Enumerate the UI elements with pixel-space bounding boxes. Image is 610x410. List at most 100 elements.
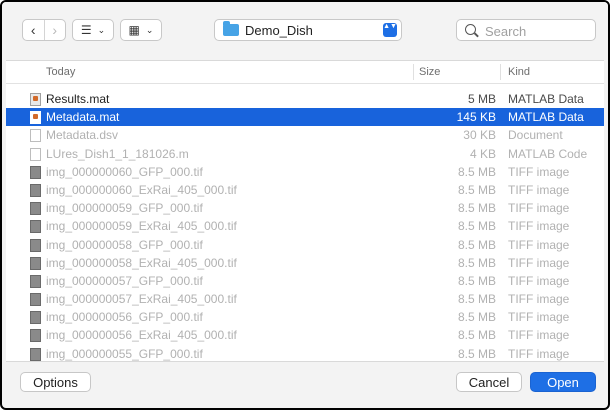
- search-icon: [465, 24, 476, 35]
- file-size: 8.5 MB: [457, 237, 496, 252]
- file-kind: TIFF image: [508, 255, 570, 270]
- chevron-down-icon: ⌄: [145, 24, 154, 35]
- file-row[interactable]: Metadata.dsv 30 KB Document: [6, 126, 604, 144]
- file-kind: TIFF image: [508, 182, 570, 197]
- file-kind: TIFF image: [508, 328, 570, 343]
- file-row[interactable]: img_000000060_GFP_000.tif 8.5 MB TIFF imag…: [6, 163, 604, 181]
- file-name: img_000000060_ExRai_405_000.tif: [46, 182, 237, 197]
- mat-file-icon: [30, 111, 41, 125]
- tiff-image-icon: [30, 238, 41, 252]
- file-name: Metadata.mat: [46, 110, 120, 125]
- file-row[interactable]: img_000000059_GFP_000.tif 8.5 MB TIFF imag…: [6, 199, 604, 217]
- file-kind: TIFF image: [508, 237, 570, 252]
- tiff-image-icon: [30, 256, 41, 270]
- file-row[interactable]: img_000000058_GFP_000.tif 8.5 MB TIFF imag…: [6, 236, 604, 254]
- mat-file-icon: [30, 93, 41, 106]
- file-name: Results.mat: [46, 92, 110, 106]
- file-kind: MATLAB Code: [508, 146, 588, 161]
- file-name: img_000000056_GFP_000.tif: [46, 310, 203, 325]
- tiff-image-icon: [30, 165, 41, 179]
- file-kind: Document: [508, 128, 563, 143]
- location-popup[interactable]: Demo_Dish ▲▼: [214, 19, 402, 41]
- file-name: img_000000060_GFP_000.tif: [46, 164, 203, 179]
- file-row[interactable]: img_000000056_GFP_000.tif 8.5 MB TIFF imag…: [6, 308, 604, 326]
- location-label: Demo_Dish: [245, 23, 313, 38]
- toolbar: ‹ › ☰ ⌄ ▦ ⌄ Demo_Dish ▲▼: [2, 2, 608, 60]
- tiff-image-icon: [30, 311, 41, 325]
- file-row[interactable]: img_000000056_ExRai_405_000.tif 8.5 MB TIF…: [6, 326, 604, 344]
- file-size: 8.5 MB: [457, 310, 496, 325]
- folder-icon: [223, 21, 239, 36]
- file-row[interactable]: img_000000057_GFP_000.tif 8.5 MB TIFF imag…: [6, 272, 604, 290]
- file-rows: Results.mat 5 MB MATLAB Data Metadata.mat 14…: [6, 84, 604, 361]
- grid-view-icon: ▦: [128, 23, 140, 37]
- file-row[interactable]: Results.mat 5 MB MATLAB Data: [6, 90, 604, 108]
- file-row[interactable]: LUres_Dish1_1_181026.m 4 KB MATLAB Code: [6, 145, 604, 163]
- file-size: 8.5 MB: [457, 273, 496, 288]
- file-list: Today Size Kind Results.mat 5 MB MATLAB Da…: [6, 60, 604, 362]
- file-name: img_000000057_ExRai_405_000.tif: [46, 292, 237, 307]
- column-divider[interactable]: [413, 64, 414, 80]
- file-name: img_000000058_ExRai_405_000.tif: [46, 255, 237, 270]
- search-field: [456, 19, 596, 41]
- file-row[interactable]: img_000000057_ExRai_405_000.tif 8.5 MB TIF…: [6, 290, 604, 308]
- column-header-size[interactable]: Size: [419, 66, 440, 78]
- document-icon: [30, 147, 41, 161]
- file-row[interactable]: img_000000059_ExRai_405_000.tif 8.5 MB TIF…: [6, 217, 604, 235]
- file-name: img_000000055_GFP_000.tif: [46, 346, 203, 361]
- back-button[interactable]: ‹: [23, 20, 44, 40]
- file-row[interactable]: img_000000055_GFP_000.tif 8.5 MB TIFF imag…: [6, 345, 604, 361]
- grid-view-button[interactable]: ▦ ⌄: [120, 19, 162, 41]
- file-size: 8.5 MB: [457, 328, 496, 343]
- column-divider[interactable]: [500, 64, 501, 80]
- file-size: 8.5 MB: [457, 255, 496, 270]
- list-view-button[interactable]: ☰ ⌄: [72, 19, 114, 41]
- tiff-image-icon: [30, 274, 41, 288]
- file-row[interactable]: img_000000058_ExRai_405_000.tif 8.5 MB TIF…: [6, 254, 604, 272]
- file-size: 8.5 MB: [457, 201, 496, 216]
- options-button[interactable]: Options: [20, 372, 91, 392]
- file-size: 8.5 MB: [457, 346, 496, 361]
- file-name: img_000000059_ExRai_405_000.tif: [46, 219, 237, 234]
- open-file-dialog: ‹ › ☰ ⌄ ▦ ⌄ Demo_Dish ▲▼ Today Size Kind: [0, 0, 610, 410]
- file-name: img_000000057_GFP_000.tif: [46, 273, 203, 288]
- file-kind: MATLAB Data: [508, 110, 584, 125]
- file-kind: TIFF image: [508, 273, 570, 288]
- file-kind: TIFF image: [508, 292, 570, 307]
- updown-chevron-icon: ▲▼: [383, 23, 397, 37]
- column-header-kind[interactable]: Kind: [508, 66, 530, 78]
- file-name: img_000000059_GFP_000.tif: [46, 201, 203, 216]
- file-size: 8.5 MB: [457, 292, 496, 307]
- file-size: 8.5 MB: [457, 182, 496, 197]
- document-icon: [30, 129, 41, 143]
- file-name: Metadata.dsv: [46, 128, 119, 143]
- file-row[interactable]: Metadata.mat 145 KB MATLAB Data: [6, 108, 604, 127]
- tiff-image-icon: [30, 220, 41, 234]
- file-kind: TIFF image: [508, 310, 570, 325]
- tiff-image-icon: [30, 183, 41, 197]
- file-size: 8.5 MB: [457, 164, 496, 179]
- list-header: Today Size Kind: [6, 61, 604, 84]
- search-input[interactable]: [483, 22, 595, 40]
- tiff-image-icon: [30, 293, 41, 307]
- file-size: 4 KB: [469, 146, 496, 161]
- list-view-icon: ☰: [80, 23, 92, 37]
- file-name: LUres_Dish1_1_181026.m: [46, 146, 189, 161]
- forward-button[interactable]: ›: [43, 20, 66, 40]
- open-button[interactable]: Open: [530, 372, 596, 392]
- file-size: 145 KB: [456, 110, 496, 125]
- file-kind: TIFF image: [508, 164, 570, 179]
- tiff-image-icon: [30, 202, 41, 216]
- file-kind: TIFF image: [508, 201, 570, 216]
- column-header-name[interactable]: Today: [46, 66, 75, 78]
- tiff-image-icon: [30, 329, 41, 343]
- file-size: 30 KB: [463, 128, 496, 143]
- cancel-button[interactable]: Cancel: [456, 372, 522, 392]
- tiff-image-icon: [30, 347, 41, 361]
- navigation-buttons: ‹ ›: [22, 19, 66, 41]
- file-name: img_000000056_ExRai_405_000.tif: [46, 328, 237, 343]
- file-kind: MATLAB Data: [508, 92, 584, 106]
- file-name: img_000000058_GFP_000.tif: [46, 237, 203, 252]
- file-row[interactable]: img_000000060_ExRai_405_000.tif 8.5 MB TIF…: [6, 181, 604, 199]
- file-size: 8.5 MB: [457, 219, 496, 234]
